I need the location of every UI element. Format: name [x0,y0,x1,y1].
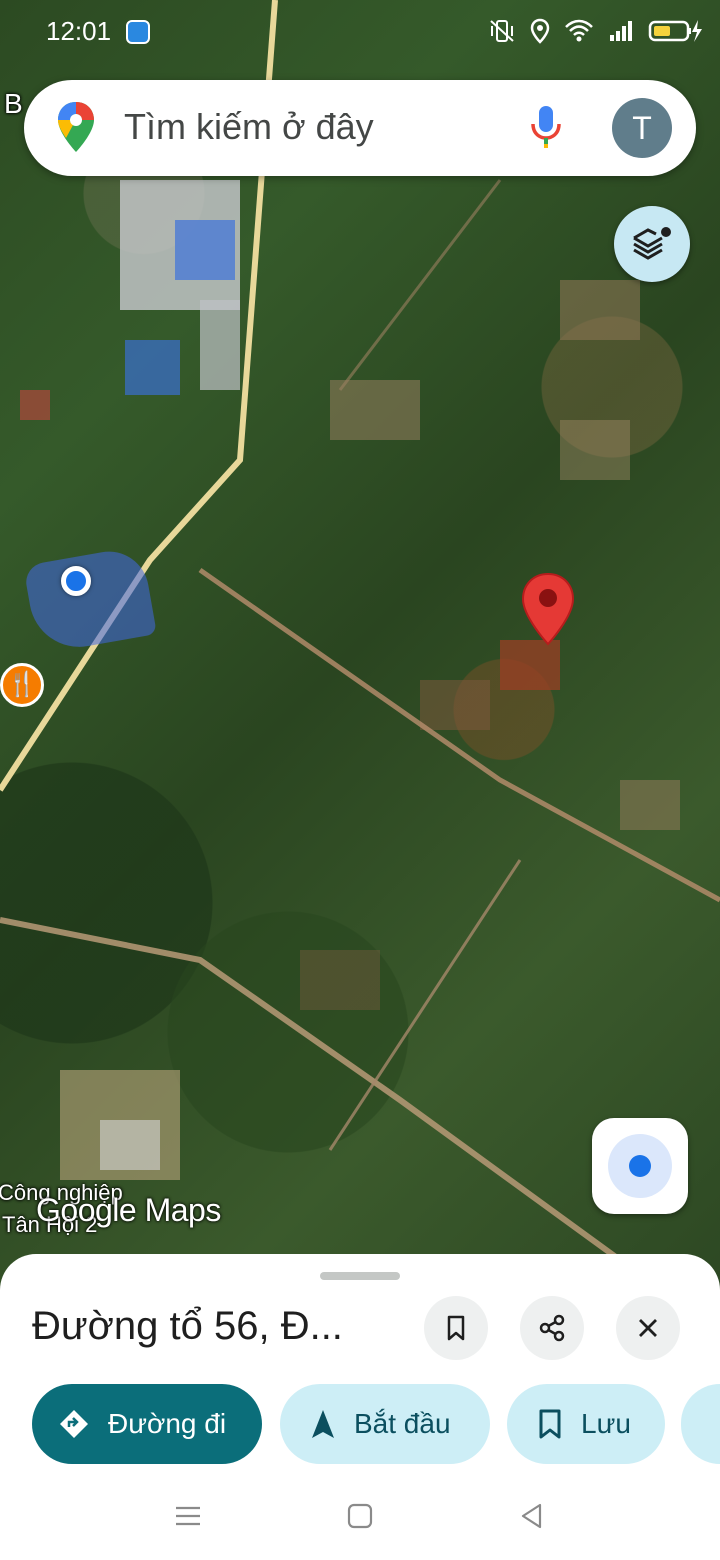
directions-button[interactable]: Đường đi [32,1384,262,1464]
search-input[interactable]: Tìm kiếm ở đây [124,106,374,148]
layers-button[interactable] [614,206,690,282]
share-icon [539,1314,565,1342]
place-title: Đường tổ 56, Đ... [32,1304,343,1348]
start-button[interactable]: Bắt đầu [280,1384,490,1464]
battery-charging-icon [648,20,702,42]
drag-handle[interactable] [320,1272,400,1280]
bookmark-icon [447,1315,465,1341]
close-icon [639,1319,657,1337]
current-location-dot[interactable] [61,566,91,596]
red-location-pin-icon[interactable] [520,572,576,648]
status-bar: 12:01 [0,0,720,64]
bookmark-outline-icon [539,1409,561,1439]
close-button[interactable] [616,1296,680,1360]
directions-icon [60,1410,88,1438]
my-location-icon [629,1155,651,1177]
map-view[interactable]: 🍴 B Công nghiệp Tân Hội 2 Google Maps [0,0,720,1290]
search-bar[interactable]: Tìm kiếm ở đây T [24,80,696,176]
status-time: 12:01 [46,16,112,46]
signal-icon [610,21,632,41]
back-icon[interactable] [518,1502,546,1530]
save-label: Lưu [581,1408,631,1439]
restaurant-icon[interactable]: 🍴 [0,663,44,707]
app-notification-icon [126,20,150,44]
microphone-icon[interactable] [528,104,564,152]
wifi-icon [565,19,593,42]
more-actions-chip[interactable] [681,1384,720,1464]
save-button[interactable]: Lưu [507,1384,665,1464]
menu-icon[interactable] [174,1502,202,1530]
layers-icon [633,227,671,260]
my-location-button[interactable] [592,1118,688,1214]
google-maps-logo: Google Maps [36,1192,221,1228]
google-maps-pin-icon [58,102,94,152]
satellite-imagery [0,0,720,1263]
navigation-arrow-icon [312,1410,334,1438]
directions-label: Đường đi [108,1408,227,1439]
home-icon[interactable] [346,1502,374,1530]
location-icon [530,18,550,44]
start-label: Bắt đầu [354,1408,451,1439]
save-bookmark-button[interactable] [424,1296,488,1360]
avatar[interactable]: T [612,98,672,158]
system-navigation-bar [0,1480,720,1560]
vibrate-icon [490,20,514,42]
map-partial-label: B [4,88,23,119]
share-button[interactable] [520,1296,584,1360]
